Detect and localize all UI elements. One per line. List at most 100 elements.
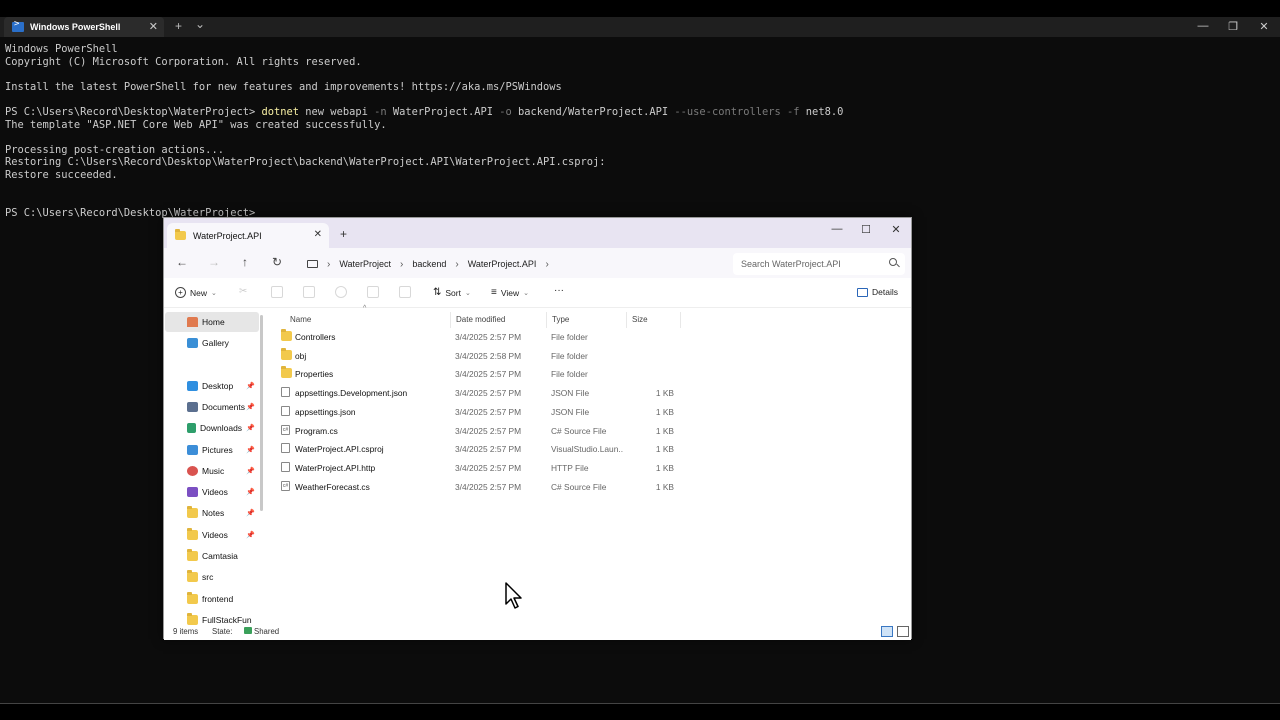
nav-item-frontend[interactable]: frontend — [165, 589, 259, 609]
nav-item-videos[interactable]: Videos 📌 — [165, 482, 259, 502]
close-tab-icon[interactable]: ✕ — [149, 20, 158, 33]
file-row[interactable]: appsettings.json 3/4/2025 2:57 PM JSON F… — [277, 403, 677, 421]
cut-icon[interactable]: ✂ — [239, 286, 251, 298]
tiles-view-icon[interactable] — [897, 626, 909, 637]
file-date: 3/4/2025 2:57 PM — [455, 463, 522, 473]
file-row[interactable]: obj 3/4/2025 2:58 PM File folder — [277, 347, 677, 365]
nav-item-pictures[interactable]: Pictures 📌 — [165, 440, 259, 460]
command-arg: new webapi — [299, 105, 375, 118]
file-row[interactable]: c# Program.cs 3/4/2025 2:57 PM C# Source… — [277, 422, 677, 440]
paste-icon[interactable] — [303, 286, 315, 298]
output-line: Restore succeeded. — [5, 168, 118, 181]
chevron-right-icon[interactable]: › — [327, 259, 330, 270]
item-count: 9 items — [173, 627, 199, 636]
file-row[interactable]: WaterProject.API.http 3/4/2025 2:57 PM H… — [277, 459, 677, 477]
search-box[interactable]: Search WaterProject.API — [733, 253, 905, 275]
nav-item-desktop[interactable]: Desktop 📌 — [165, 376, 259, 396]
close-tab-icon[interactable]: ✕ — [314, 229, 322, 240]
column-divider[interactable] — [626, 312, 627, 328]
column-divider[interactable] — [546, 312, 547, 328]
folder-icon — [187, 613, 198, 625]
column-divider[interactable] — [450, 312, 451, 328]
refresh-button[interactable]: ↻ — [269, 255, 285, 269]
chevron-right-icon[interactable]: › — [545, 259, 548, 270]
file-row[interactable]: appsettings.Development.json 3/4/2025 2:… — [277, 384, 677, 402]
new-tab-button[interactable]: + — [340, 227, 347, 241]
back-button[interactable]: ← — [174, 255, 190, 269]
tab-windows-powershell[interactable]: Windows PowerShell ✕ — [4, 17, 164, 37]
copy-icon[interactable] — [271, 286, 283, 298]
view-label: View — [500, 287, 520, 298]
breadcrumb-item[interactable]: backend — [412, 259, 446, 269]
minimize-button[interactable]: — — [826, 223, 848, 235]
file-row[interactable]: Properties 3/4/2025 2:57 PM File folder — [277, 365, 677, 383]
folder-icon — [281, 348, 292, 360]
maximize-button[interactable]: ☐ — [855, 223, 877, 236]
command-arg: backend/WaterProject.API — [511, 105, 675, 118]
nav-item-downloads[interactable]: Downloads 📌 — [165, 418, 259, 438]
chevron-right-icon[interactable]: › — [400, 259, 403, 270]
nav-item-notes[interactable]: Notes 📌 — [165, 503, 259, 523]
rename-icon[interactable] — [335, 286, 347, 298]
file-row[interactable]: Controllers 3/4/2025 2:57 PM File folder — [277, 328, 677, 346]
nav-item-documents[interactable]: Documents 📌 — [165, 397, 259, 417]
close-button[interactable]: ✕ — [1254, 20, 1274, 33]
folder-icon — [187, 528, 198, 540]
column-header-date[interactable]: Date modified — [456, 315, 505, 324]
tab-waterproject-api[interactable]: WaterProject.API ✕ — [167, 223, 329, 248]
file-date: 3/4/2025 2:57 PM — [455, 444, 522, 454]
breadcrumb-item[interactable]: WaterProject.API — [468, 259, 537, 269]
file-row[interactable]: WaterProject.API.csproj 3/4/2025 2:57 PM… — [277, 440, 677, 458]
view-button[interactable]: ≡ View ⌄ — [491, 287, 529, 298]
nav-item-fullstackfun[interactable]: FullStackFun — [165, 610, 259, 625]
nav-label: Videos — [202, 530, 228, 540]
nav-item-home[interactable]: Home — [165, 312, 259, 332]
nav-label: Music — [202, 466, 225, 476]
file-type: File folder — [551, 332, 588, 342]
pin-icon: 📌 — [246, 447, 255, 454]
chevron-right-icon[interactable]: › — [455, 259, 458, 270]
address-bar[interactable]: › WaterProject › backend › WaterProject.… — [304, 253, 724, 275]
nav-item-gallery[interactable]: Gallery — [165, 333, 259, 353]
prompt: PS C:\Users\Record\Desktop\WaterProject> — [5, 105, 262, 118]
column-divider[interactable] — [680, 312, 681, 328]
videos-icon — [187, 487, 198, 497]
nav-scrollbar[interactable] — [260, 315, 263, 511]
nav-item-camtasia[interactable]: Camtasia — [165, 546, 259, 566]
file-name: WeatherForecast.cs — [295, 482, 370, 492]
breadcrumb-item[interactable]: WaterProject — [339, 259, 391, 269]
file-date: 3/4/2025 2:58 PM — [455, 351, 522, 361]
terminal-output[interactable]: Windows PowerShell Copyright (C) Microso… — [5, 43, 843, 219]
file-row[interactable]: c# WeatherForecast.cs 3/4/2025 2:57 PM C… — [277, 478, 677, 496]
column-header-type[interactable]: Type — [552, 315, 569, 324]
delete-icon[interactable] — [399, 286, 411, 298]
plus-circle-icon: + — [175, 287, 186, 298]
file-date: 3/4/2025 2:57 PM — [455, 332, 522, 342]
nav-item-music[interactable]: Music 📌 — [165, 461, 259, 481]
nav-item-videos-folder[interactable]: Videos 📌 — [165, 525, 259, 545]
restore-button[interactable]: ❐ — [1223, 20, 1243, 33]
column-header-size[interactable]: Size — [632, 315, 648, 324]
column-header-name[interactable]: Name — [290, 315, 311, 324]
file-list: ^ Name Date modified Type Size Controlle… — [269, 305, 909, 625]
forward-button[interactable]: → — [206, 255, 222, 269]
pin-icon: 📌 — [246, 489, 255, 496]
share-icon[interactable] — [367, 286, 379, 298]
nav-label: Camtasia — [202, 551, 238, 561]
nav-item-src[interactable]: src — [165, 567, 259, 587]
more-options-button[interactable]: ··· — [554, 285, 564, 296]
state-text: Shared — [254, 627, 280, 636]
details-button[interactable]: Details — [857, 287, 898, 297]
new-button[interactable]: + New ⌄ — [175, 287, 217, 298]
close-button[interactable]: ✕ — [885, 223, 907, 236]
explorer-titlebar: WaterProject.API ✕ + — ☐ ✕ — [164, 218, 911, 248]
folder-icon — [175, 229, 186, 240]
tab-dropdown-button[interactable]: ⌄ — [195, 17, 205, 31]
up-button[interactable]: ↑ — [237, 255, 253, 269]
minimize-button[interactable]: — — [1193, 20, 1213, 32]
state-value: Shared — [244, 627, 279, 636]
details-view-icon[interactable] — [881, 626, 893, 637]
new-tab-button[interactable]: + — [175, 19, 182, 33]
sort-button[interactable]: ⇅ Sort ⌄ — [433, 287, 471, 298]
file-date: 3/4/2025 2:57 PM — [455, 407, 522, 417]
